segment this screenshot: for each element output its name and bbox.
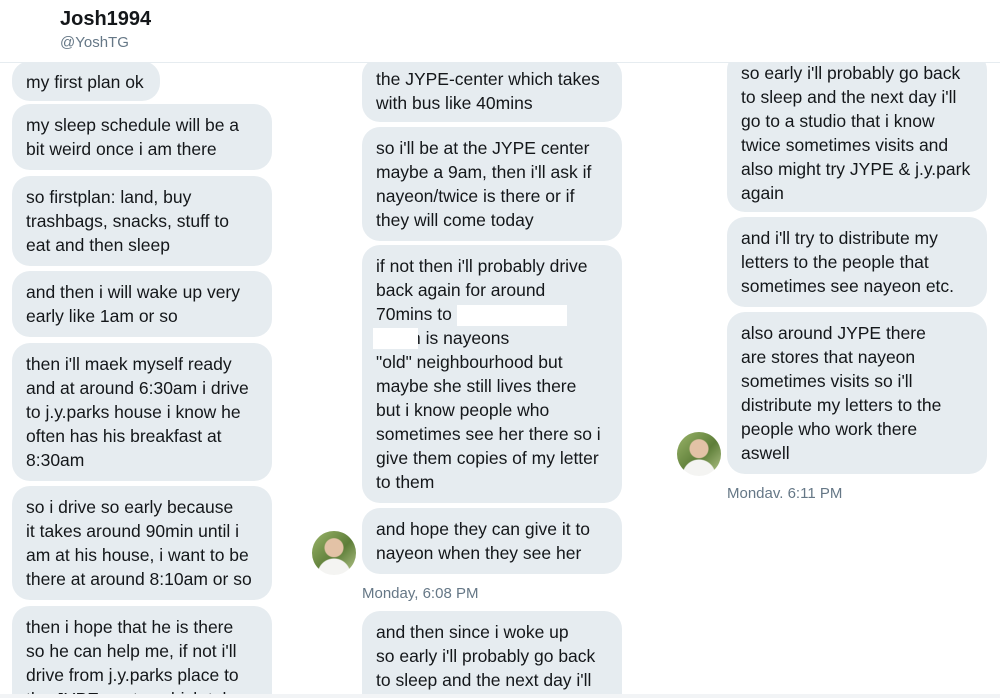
message-bubble[interactable]: and i'll try to distribute my letters to… — [727, 217, 987, 307]
redaction-box — [373, 328, 418, 349]
message-bubble[interactable]: my first plan ok — [12, 62, 160, 101]
conversation-header: Josh1994 @YoshTG — [0, 0, 1000, 63]
message-bubble[interactable]: my sleep schedule will be a bit weird on… — [12, 104, 272, 170]
profile-name[interactable]: Josh1994 — [60, 8, 151, 31]
timestamp: Mondav. 6:11 PM — [727, 485, 843, 502]
message-bubble[interactable]: so i drive so early because it takes aro… — [12, 486, 272, 600]
message-bubble[interactable]: also around JYPE there are stores that n… — [727, 312, 987, 474]
chat-column-2: the JYPE-center which takes with bus lik… — [305, 62, 655, 698]
timestamp: Monday, 6:08 PM — [362, 585, 479, 602]
message-bubble[interactable]: the JYPE-center which takes with bus lik… — [362, 62, 622, 122]
message-bubble[interactable]: and then since i woke up so early i'll p… — [362, 611, 622, 698]
chat-column-3: so early i'll probably go back to sleep … — [660, 62, 1000, 698]
message-bubble[interactable]: and then i will wake up very early like … — [12, 271, 272, 337]
message-bubble[interactable]: then i hope that he is there so he can h… — [12, 606, 272, 698]
message-bubble[interactable]: if not then i'll probably drive back aga… — [362, 245, 622, 503]
message-bubble[interactable]: so early i'll probably go back to sleep … — [727, 62, 987, 212]
message-bubble[interactable]: so i'll be at the JYPE center maybe a 9a… — [362, 127, 622, 241]
profile-handle[interactable]: @YoshTG — [60, 34, 129, 51]
redaction-box — [457, 305, 567, 326]
chat-column-1: my first plan ok my sleep schedule will … — [0, 62, 300, 698]
bottom-divider — [0, 694, 1000, 698]
message-bubble[interactable]: then i'll maek myself ready and at aroun… — [12, 343, 272, 481]
message-bubble[interactable]: so firstplan: land, buy trashbags, snack… — [12, 176, 272, 266]
message-bubble[interactable]: and hope they can give it to nayeon when… — [362, 508, 622, 574]
